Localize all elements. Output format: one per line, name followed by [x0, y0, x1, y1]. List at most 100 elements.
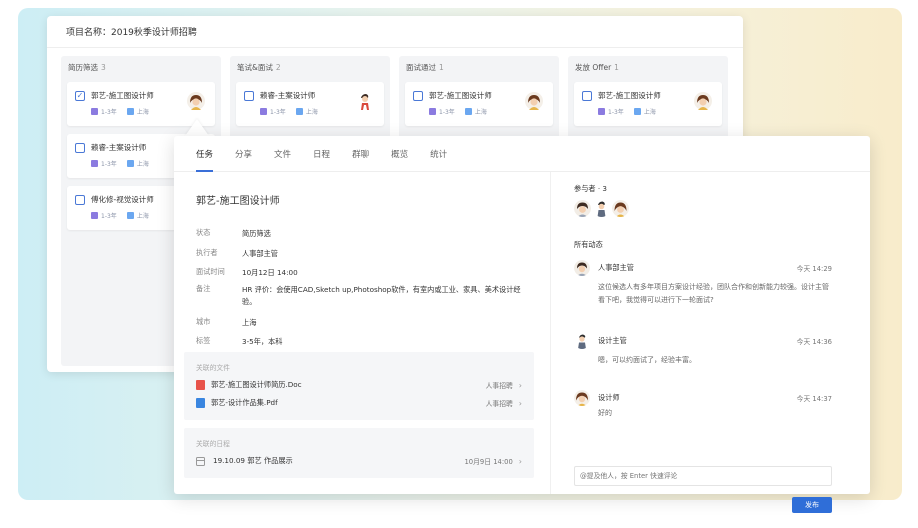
card-city: 上海	[474, 109, 487, 116]
avatar	[574, 390, 590, 406]
card-city: 上海	[136, 161, 149, 168]
publish-button[interactable]: 发布	[792, 497, 832, 513]
tab-schedule[interactable]: 日程	[313, 148, 330, 171]
field-note: 备注 HR 评价：会使用CAD,Sketch up,Photoshop软件，有室内…	[196, 284, 532, 308]
column-title: 笔试&面试 2	[237, 63, 281, 72]
column-title: 面试通过 1	[406, 63, 444, 72]
panel-pointer	[185, 119, 209, 136]
card-title: 傅化修-视觉设计师	[91, 195, 154, 204]
task-title: 郭艺-施工图设计师	[196, 196, 280, 207]
card-checkbox[interactable]	[75, 194, 85, 205]
activity-item: 人事部主管 今天 14:29 这位候选人有多年项目方案设计经验，团队合作和创新能…	[574, 259, 832, 307]
activity-pane: 参与者 · 3 所有动态 人事部主管 今天 14:29 这位候选人有多年项目方案…	[550, 172, 870, 513]
card-checkbox[interactable]	[582, 90, 592, 101]
tab-task[interactable]: 任务	[196, 148, 214, 172]
card-checkbox[interactable]	[244, 90, 254, 101]
card-title: 赖睿-主案设计师	[260, 91, 316, 100]
chevron-right-icon: ›	[518, 456, 522, 466]
task-info: 郭艺-施工图设计师 状态 简历筛选 执行者 人事部主管 面试时间 10月12日 14:…	[184, 172, 536, 494]
assignee-value[interactable]: 人事部主管	[242, 248, 532, 260]
card-checkbox[interactable]: ✓	[75, 90, 85, 101]
card-city: 上海	[305, 109, 318, 116]
location-icon	[126, 160, 134, 167]
file-name: 郭艺-设计作品集.Pdf	[211, 398, 278, 407]
field-tags: 标签 3-5年，本科	[196, 336, 532, 348]
location-icon	[464, 108, 472, 115]
card-title: 郭艺-施工图设计师	[598, 91, 661, 100]
related-schedule: 关联的日程 19.10.09 郭艺 作品展示 10月9日 14:00 ›	[184, 428, 534, 478]
pdf-file-icon	[196, 398, 205, 408]
tags-value[interactable]: 3-5年，本科	[242, 336, 532, 348]
schedule-row[interactable]: 19.10.09 郭艺 作品展示 10月9日 14:00 ›	[196, 456, 522, 466]
avatar	[694, 92, 712, 110]
activity-user: 人事部主管	[598, 263, 634, 272]
comment-input[interactable]	[574, 466, 832, 486]
activity-user: 设计主管	[598, 336, 627, 345]
calendar-icon	[196, 456, 205, 466]
card-checkbox[interactable]	[413, 90, 423, 101]
avatar	[187, 92, 205, 110]
status-value[interactable]: 简历筛选	[242, 228, 532, 240]
activity-text: 这位候选人有多年项目方案设计经验，团队合作和创新能力较强。设计主管看下吧，我觉得…	[598, 283, 829, 304]
activity-time: 今天 14:29	[796, 265, 832, 273]
chevron-right-icon: ›	[518, 398, 522, 408]
schedule-name: 19.10.09 郭艺 作品展示	[213, 456, 293, 465]
activity-time: 今天 14:36	[796, 338, 832, 346]
experience-icon	[598, 108, 605, 115]
card-experience: 1-3年	[101, 161, 117, 168]
participant-avatar[interactable]	[593, 200, 610, 217]
doc-file-icon	[196, 380, 205, 390]
card-city: 上海	[136, 213, 149, 220]
card-title: 郭艺-施工图设计师	[429, 91, 492, 100]
file-name: 郭艺-施工图设计师简历.Doc	[211, 380, 302, 389]
note-value[interactable]: HR 评价：会使用CAD,Sketch up,Photoshop软件，有室内或工…	[242, 284, 532, 308]
card-title: 郭艺-施工图设计师	[91, 91, 154, 100]
candidate-card[interactable]: 郭艺-施工图设计师 1-3年 上海	[574, 82, 722, 126]
card-title: 赖睿-主案设计师	[91, 143, 147, 152]
related-files: 关联的文件 郭艺-施工图设计师简历.Doc 人事招聘 › 郭艺-设计作品集.Pd…	[184, 352, 534, 420]
avatar	[356, 92, 374, 110]
field-assignee: 执行者 人事部主管	[196, 248, 532, 260]
participant-avatar[interactable]	[612, 200, 629, 217]
task-detail-panel: 任务 分享 文件 日程 群聊 概览 统计 郭艺-施工图设计师 状态 简历筛选 执行…	[174, 136, 870, 513]
activity-user: 设计师	[598, 393, 620, 402]
experience-icon	[91, 212, 98, 219]
activity-time: 今天 14:37	[796, 395, 832, 403]
card-checkbox[interactable]	[75, 142, 85, 153]
project-title: 项目名称：2019秋季设计师招聘	[47, 16, 743, 48]
related-schedule-title: 关联的日程	[196, 440, 230, 448]
related-files-title: 关联的文件	[196, 364, 230, 372]
card-experience: 1-3年	[270, 109, 286, 116]
avatar	[574, 260, 590, 276]
tab-overview[interactable]: 概览	[391, 148, 408, 171]
location-icon	[295, 108, 303, 115]
field-interview-time: 面试时间 10月12日 14:00	[196, 267, 532, 279]
activity-label: 所有动态	[574, 240, 603, 249]
activity-item: 设计师 今天 14:37 好的	[574, 389, 832, 420]
tab-share[interactable]: 分享	[235, 148, 252, 171]
activity-text: 嗯，可以约面试了，经验丰富。	[598, 356, 696, 364]
column-title: 简历筛选 3	[68, 63, 106, 72]
tab-files[interactable]: 文件	[274, 148, 291, 171]
candidate-card[interactable]: 郭艺-施工图设计师 1-3年 上海	[405, 82, 553, 126]
field-city: 城市 上海	[196, 317, 532, 329]
city-value[interactable]: 上海	[242, 317, 532, 329]
file-folder: 人事招聘	[485, 382, 513, 390]
participant-avatar[interactable]	[574, 200, 591, 217]
card-experience: 1-3年	[439, 109, 455, 116]
card-city: 上海	[136, 109, 149, 116]
experience-icon	[260, 108, 267, 115]
location-icon	[126, 108, 134, 115]
column-title: 发放 Offer 1	[575, 63, 619, 72]
tab-statistics[interactable]: 统计	[430, 148, 447, 171]
file-row[interactable]: 郭艺-施工图设计师简历.Doc 人事招聘 ›	[196, 380, 522, 390]
candidate-card[interactable]: 赖睿-主案设计师 1-3年 上海	[236, 82, 384, 126]
experience-icon	[429, 108, 436, 115]
interview-time-value[interactable]: 10月12日 14:00	[242, 267, 532, 279]
file-row[interactable]: 郭艺-设计作品集.Pdf 人事招聘 ›	[196, 398, 522, 408]
tab-group-chat[interactable]: 群聊	[352, 148, 369, 171]
location-icon	[126, 212, 134, 219]
schedule-time: 10月9日 14:00	[464, 458, 513, 466]
participants-label: 参与者 · 3	[574, 184, 607, 193]
activity-text: 好的	[598, 409, 612, 417]
